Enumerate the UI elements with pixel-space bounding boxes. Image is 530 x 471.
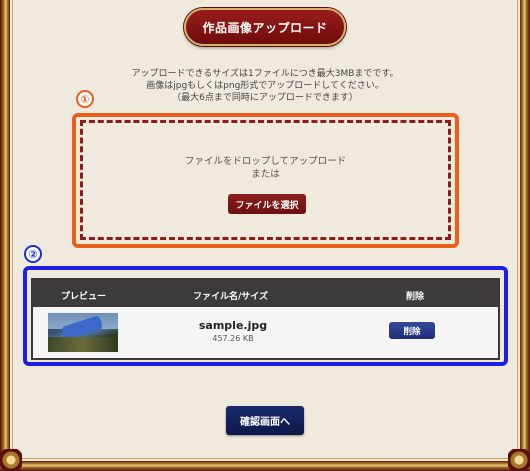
dropzone-text: ファイルをドロップしてアップロード または xyxy=(83,155,448,181)
confirm-button[interactable]: 確認画面へ xyxy=(226,406,304,435)
page-title: 作品画像アップロード xyxy=(184,8,346,46)
file-dropzone[interactable]: ファイルをドロップしてアップロード または ファイルを選択 xyxy=(80,120,451,240)
frame-corner-ornament-icon xyxy=(0,449,22,471)
frame-inner-line xyxy=(12,458,518,459)
frame-corner-ornament-icon xyxy=(508,449,530,471)
column-header-filename: ファイル名/サイズ xyxy=(193,292,269,302)
instruction-line: アップロードできるサイズは1ファイルにつき最大3MBまでです。 xyxy=(131,69,399,79)
file-name: sample.jpg xyxy=(198,319,268,332)
thumbnail-ground xyxy=(48,337,118,352)
delete-button[interactable]: 削除 xyxy=(389,322,435,339)
dropzone-instruction: ファイルをドロップしてアップロード xyxy=(184,156,347,167)
instruction-line: 画像はjpgもしくはpng形式でアップロードしてください。 xyxy=(146,81,384,91)
annotation-marker-2: ② xyxy=(24,245,42,263)
annotation-marker-1: ① xyxy=(76,90,94,108)
image-thumbnail xyxy=(48,313,118,352)
select-file-button[interactable]: ファイルを選択 xyxy=(228,194,306,214)
column-header-delete: 削除 xyxy=(406,292,425,302)
file-table: プレビュー ファイル名/サイズ 削除 sample.jpg 457.26 KB … xyxy=(31,278,500,360)
column-header-preview: プレビュー xyxy=(61,292,107,302)
table-header: プレビュー ファイル名/サイズ 削除 xyxy=(33,280,498,307)
frame-bottom-border xyxy=(0,461,530,471)
dropzone-or: または xyxy=(251,169,280,180)
file-size: 457.26 KB xyxy=(212,334,254,343)
